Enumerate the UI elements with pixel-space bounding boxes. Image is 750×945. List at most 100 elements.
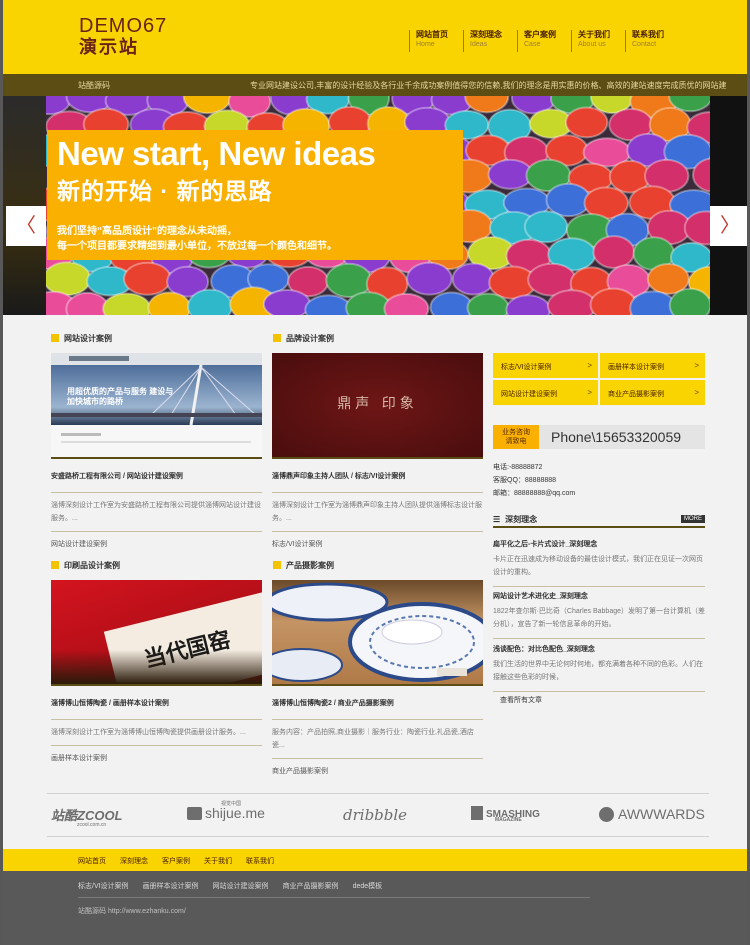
contact-email[interactable]: 邮箱：88888888@qq.com — [493, 487, 575, 500]
case-description: 淄博深刻设计工作室为淄博博山恒博陶瓷提供画册设计服务。... — [51, 729, 246, 736]
thumb-content-line — [61, 433, 101, 436]
news-title: ☰ 深刻理念 — [493, 514, 537, 525]
news-item-title[interactable]: 浅谈配色：对比色配色_深刻理念 — [493, 644, 705, 654]
category-label: 标志/VI设计案例 — [501, 364, 552, 371]
banner-caption-box: New start, New ideas 新的开始 · 新的思路 我们坚持“高品… — [47, 130, 463, 260]
footer-nav-home[interactable]: 网站首页 — [78, 856, 106, 866]
strip-site-name: 站酷源码 — [78, 81, 110, 90]
divider — [51, 719, 262, 720]
case-card-brand: 鼎声 印象 淄博鼎声印象主持人团队 / 标志/VI设计案例 淄博深刻设计工作室为… — [272, 353, 483, 549]
all-articles-link[interactable]: 查看所有文章 — [500, 695, 542, 705]
more-button[interactable]: MORE — [681, 515, 705, 523]
site-header: DEMO67 演示站 网站首页 Home 深刻理念 Ideas 客户案例 Cas… — [3, 0, 747, 74]
footer-link-brochure[interactable]: 画册样本设计案例 — [143, 881, 199, 891]
divider — [272, 492, 483, 493]
divider — [272, 531, 483, 532]
banner-prev-arrow-icon[interactable]: 〈 — [6, 206, 46, 246]
category-link-brochure[interactable]: 画册样本设计案例 > — [600, 353, 705, 378]
nav-sublabel: Home — [416, 41, 435, 48]
news-item-title[interactable]: 网站设计艺术进化史_深刻理念 — [493, 591, 705, 601]
phone-badge: 业务咨询 请致电 — [493, 425, 539, 449]
banner-title-cn: 新的开始 · 新的思路 — [57, 178, 273, 204]
news-item-desc: 1822年查尔斯·巴比奇（Charles Babbage）发明了第一台计算机（差… — [493, 608, 705, 628]
candy-shape — [451, 262, 496, 296]
chevron-right-icon: > — [587, 361, 592, 370]
banner-desc-line2: 每一个项目都要求精细到最小单位，不放过每一个颜色和细节。 — [57, 241, 337, 252]
case-title[interactable]: 淄博鼎声印象主持人团队 / 标志/VI设计案例 — [272, 471, 483, 481]
nav-item-home[interactable]: 网站首页 Home — [409, 30, 463, 52]
partner-logo-awwwards[interactable]: AWWWARDS — [599, 806, 705, 822]
thumb-brand-mark: 鼎声 印象 — [337, 396, 418, 412]
case-underline — [51, 684, 262, 686]
divider — [493, 638, 705, 639]
nav-label: 联系我们 — [632, 30, 664, 39]
partner-logo-smashing[interactable]: SMASHING MAGAZINE — [471, 806, 540, 823]
candy-shape — [147, 291, 192, 315]
footer-nav: 网站首页 深刻理念 客户案例 关于我们 联系我们 — [3, 849, 747, 875]
category-label: 网站设计建设案例 — [501, 391, 557, 398]
news-title-text: 深刻理念 — [505, 515, 538, 524]
partner-logo-shijue[interactable]: shijue.me 视觉中国 — [187, 801, 265, 821]
footer-link-vi[interactable]: 标志/VI设计案例 — [78, 881, 129, 891]
category-link-vi[interactable]: 标志/VI设计案例 > — [493, 353, 598, 378]
footer-link-dede[interactable]: dede模板 — [353, 881, 383, 891]
footer-link-web[interactable]: 网站设计建设案例 — [213, 881, 269, 891]
thumb-logo-bar — [69, 356, 129, 361]
case-title[interactable]: 淄博博山恒博陶瓷2 / 商业产品摄影案例 — [272, 698, 483, 708]
section-title-photo: 产品摄影案例 — [273, 560, 334, 571]
section-title-brand: 品牌设计案例 — [273, 333, 334, 344]
category-label: 画册样本设计案例 — [608, 364, 664, 371]
case-card-photo: 淄博博山恒博陶瓷2 / 商业产品摄影案例 服务内容：产品拍照,商业摄影｜服务行业… — [272, 580, 483, 776]
footer-nav-contact[interactable]: 联系我们 — [246, 856, 274, 866]
partner-name: shijue.me — [205, 805, 265, 821]
nav-item-ideas[interactable]: 深刻理念 Ideas — [463, 30, 517, 52]
footer-link-photo[interactable]: 商业产品摄影案例 — [283, 881, 339, 891]
chevron-right-icon: > — [694, 361, 699, 370]
case-category-link[interactable]: 商业产品摄影案例 — [272, 766, 483, 776]
candy-shape — [123, 261, 172, 296]
nav-item-case[interactable]: 客户案例 Case — [517, 30, 571, 52]
nav-label: 网站首页 — [416, 30, 448, 39]
partner-sub: 视觉中国 — [221, 801, 242, 807]
category-link-photo[interactable]: 商业产品摄影案例 > — [600, 380, 705, 405]
nav-sublabel: Case — [524, 41, 541, 48]
smashing-icon — [471, 806, 483, 820]
news-header: ☰ 深刻理念 MORE — [493, 512, 705, 528]
section-title-text: 品牌设计案例 — [286, 334, 334, 343]
nav-sublabel: Contact — [632, 41, 657, 48]
case-thumbnail[interactable] — [272, 580, 483, 684]
nav-item-contact[interactable]: 联系我们 Contact — [625, 30, 679, 52]
divider — [272, 719, 483, 720]
phone-box: 业务咨询 请致电 Phone\15653320059 — [493, 425, 705, 449]
thumb-slogan: 用超优质的产品与服务 建设与加快城市的路桥 — [67, 387, 174, 406]
news-item-desc: 我们生活的世界中无论何时何地，都充满着各种不同的色彩。人们在接触这些色彩的时候， — [493, 661, 703, 681]
footer-nav-ideas[interactable]: 深刻理念 — [120, 856, 148, 866]
footer-nav-about[interactable]: 关于我们 — [204, 856, 232, 866]
section-title-text: 产品摄影案例 — [286, 561, 334, 570]
news-item: 网站设计艺术进化史_深刻理念 1822年查尔斯·巴比奇（Charles Babb… — [493, 591, 705, 639]
footer-nav-case[interactable]: 客户案例 — [162, 856, 190, 866]
footer-bottom: 标志/VI设计案例 画册样本设计案例 网站设计建设案例 商业产品摄影案例 ded… — [3, 871, 747, 945]
category-link-web[interactable]: 网站设计建设案例 > — [493, 380, 598, 405]
nav-item-about[interactable]: 关于我们 About us — [571, 30, 625, 52]
partner-logo-zcool[interactable]: 站酷ZCOOL zcool.com.cn — [51, 805, 123, 828]
nav-label: 深刻理念 — [470, 30, 502, 39]
case-category-link[interactable]: 画册样本设计案例 — [51, 753, 262, 763]
partner-logo-dribbble[interactable]: dribbble — [343, 806, 407, 824]
footer-links: 标志/VI设计案例 画册样本设计案例 网站设计建设案例 商业产品摄影案例 ded… — [78, 881, 382, 891]
case-category-link[interactable]: 网站设计建设案例 — [51, 539, 262, 549]
news-item-title[interactable]: 扁平化之后-卡片式设计_深刻理念 — [493, 539, 705, 549]
case-thumbnail[interactable]: 当代国窑 — [51, 580, 262, 684]
section-title-text: 网站设计案例 — [64, 334, 112, 343]
case-thumbnail[interactable]: 用超优质的产品与服务 建设与加快城市的路桥 — [51, 353, 262, 457]
case-underline — [51, 457, 262, 459]
footer-nav-items: 网站首页 深刻理念 客户案例 关于我们 联系我们 — [78, 856, 274, 866]
banner-next-arrow-icon[interactable]: 〉 — [710, 206, 747, 246]
site-logo[interactable]: DEMO67 演示站 — [79, 16, 167, 57]
phone-number: Phone\15653320059 — [551, 429, 682, 445]
candy-shape — [546, 289, 597, 315]
case-title[interactable]: 淄博博山恒博陶瓷 / 画册样本设计案例 — [51, 698, 262, 708]
case-thumbnail[interactable]: 鼎声 印象 — [272, 353, 483, 457]
case-title[interactable]: 安盛路桥工程有限公司 / 网站设计建设案例 — [51, 471, 262, 481]
case-category-link[interactable]: 标志/VI设计案例 — [272, 539, 483, 549]
